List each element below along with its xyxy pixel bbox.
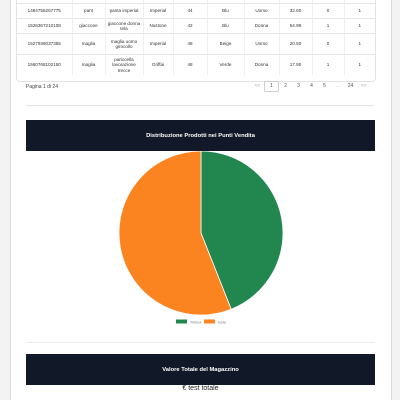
cell-code: 1527936037355 xyxy=(17,33,73,55)
cell-name: maglia xyxy=(72,54,106,75)
pagination-page-4[interactable]: 4 xyxy=(305,81,318,91)
pagination-ellipsis: ... xyxy=(335,83,340,89)
products-table: pantaloncini 1494756267775 pant panta im… xyxy=(16,0,376,82)
cell-code: 1526367210108 xyxy=(17,18,73,34)
cell-brand: Griffai xyxy=(143,54,174,75)
cell-qty: 0 xyxy=(312,33,345,55)
cell-size: 48 xyxy=(173,54,208,75)
cell-color: Verde xyxy=(207,54,245,75)
divider xyxy=(26,105,374,106)
cell-stores: 1 xyxy=(344,18,375,34)
table-row[interactable]: 1527936037355 maglia maglia uomo girocol… xyxy=(17,33,375,55)
cell-gender: Donna xyxy=(244,18,280,34)
pagination-prev-button[interactable]: << xyxy=(251,81,264,91)
cell-price: 54.99 xyxy=(279,18,313,34)
cell-code: 1560768102150 xyxy=(17,54,73,75)
cell-color: Blu xyxy=(207,18,245,34)
cell-color: Blu xyxy=(207,3,245,19)
table-row[interactable]: 1526367210108 giaccone giaccone donna te… xyxy=(17,18,375,34)
cell-gender: Donna xyxy=(244,54,280,75)
cell-size: 44 xyxy=(173,3,208,19)
cell-brand: Imperial xyxy=(143,33,174,55)
legend-label-isola: Isola xyxy=(218,320,226,324)
pagination-page-3[interactable]: 3 xyxy=(292,81,305,91)
chart-title: Distribuzione Prodotti nei Punti Vendita xyxy=(146,132,255,139)
value-header: Valore Totale del Magazzino xyxy=(26,354,375,385)
cell-color: Beige xyxy=(207,33,245,55)
legend-label-tirrena: Tirrena xyxy=(190,320,201,324)
cell-price: 20.50 xyxy=(279,33,313,55)
cell-brand: Imperial xyxy=(143,3,174,19)
cell-name: maglia xyxy=(72,33,106,55)
cell-gender: Uomo xyxy=(244,33,280,55)
table-row[interactable]: 1494756267775 pant panta imperial Imperi… xyxy=(17,3,375,19)
cell-stores: 1 xyxy=(344,3,375,19)
chart-header: Distribuzione Prodotti nei Punti Vendita xyxy=(26,120,375,151)
pagination-page-2[interactable]: 2 xyxy=(279,81,292,91)
legend-swatch-tirrena[interactable] xyxy=(176,319,187,324)
pagination: << 1 2 3 4 5 ... 24 >> xyxy=(251,81,370,92)
cell-name: giaccone xyxy=(72,18,106,34)
cell-stores: 1 xyxy=(344,33,375,55)
pagination-page-5[interactable]: 5 xyxy=(318,81,331,91)
cell-brand: Nustone xyxy=(143,18,174,34)
value-title: Valore Totale del Magazzino xyxy=(162,366,239,373)
cell-code: 1494756267775 xyxy=(17,3,73,19)
cell-size: 42 xyxy=(173,18,208,34)
cell-desc: panta imperial xyxy=(105,3,144,19)
cell-qty: 1 xyxy=(312,54,345,75)
pie-chart: Tirrena Isola xyxy=(118,151,284,324)
cell-stores: 1 xyxy=(344,54,375,75)
cell-price: 17.90 xyxy=(279,54,313,75)
cell-qty: 1 xyxy=(312,18,345,34)
cell-desc: pariccella lavorazione trecce xyxy=(105,54,144,75)
legend-swatch-isola[interactable] xyxy=(204,319,215,324)
cell-name: pant xyxy=(72,3,106,19)
cell-qty: 0 xyxy=(312,3,345,19)
cell-size: 48 xyxy=(173,33,208,55)
cell-desc: maglia uomo girocollo xyxy=(105,33,144,55)
products-table-body: pantaloncini 1494756267775 pant panta im… xyxy=(17,0,375,75)
pagination-page-last[interactable]: 24 xyxy=(344,81,357,91)
table-row[interactable]: 1560768102150 maglia pariccella lavorazi… xyxy=(17,54,375,75)
pagination-next-button[interactable]: >> xyxy=(357,81,370,91)
cell-desc: giaccone donna tela xyxy=(105,18,144,34)
pagination-page-1[interactable]: 1 xyxy=(264,81,279,92)
total-value: € test totale xyxy=(182,385,219,392)
cell-price: 32.60 xyxy=(279,3,313,19)
cell-gender: Uomo xyxy=(244,3,280,19)
pagination-info: Pagina 1 di 24 xyxy=(26,84,58,90)
divider xyxy=(26,342,375,343)
